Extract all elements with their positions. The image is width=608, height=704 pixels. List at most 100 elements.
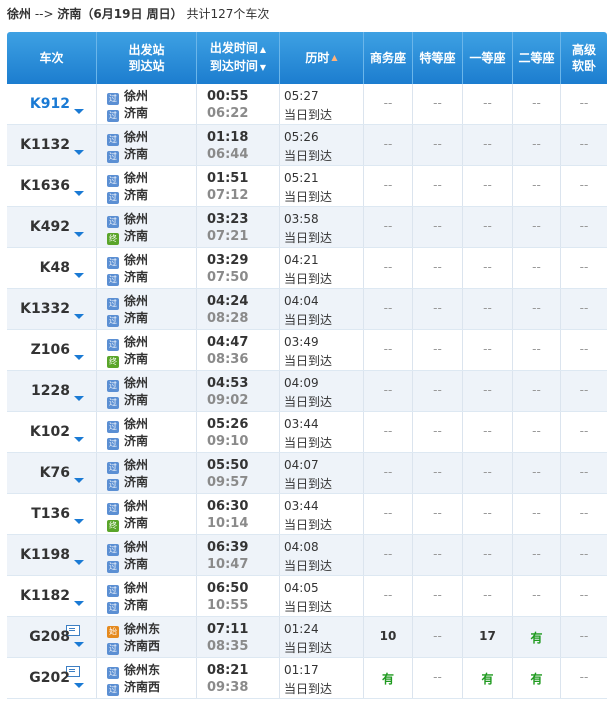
from-station[interactable]: 徐州 (124, 171, 148, 185)
expand-caret-icon[interactable] (74, 478, 84, 483)
train-cell[interactable]: K76 (7, 453, 97, 493)
expand-caret-icon[interactable] (74, 437, 84, 442)
train-number[interactable]: K1332 (20, 301, 70, 317)
header-times[interactable]: 出发时间 ▲ 到达时间 ▼ (197, 32, 280, 84)
pass-badge-icon: 过 (107, 479, 119, 491)
train-number[interactable]: K1636 (20, 178, 70, 194)
train-number[interactable]: K102 (30, 424, 70, 440)
expand-caret-icon[interactable] (74, 150, 84, 155)
from-station[interactable]: 徐州 (124, 335, 148, 349)
to-station[interactable]: 济南西 (124, 639, 160, 653)
pass-badge-icon: 过 (107, 315, 119, 327)
second-class-cell: -- (513, 166, 561, 206)
train-cell[interactable]: K1332 (7, 289, 97, 329)
business-seat-cell: -- (364, 453, 413, 493)
second-class-cell: -- (513, 125, 561, 165)
to-station[interactable]: 济南 (124, 475, 148, 489)
duration: 01:24 (284, 622, 319, 636)
header-duration[interactable]: 历时 ▲ (280, 32, 364, 84)
from-station[interactable]: 徐州 (124, 540, 148, 554)
expand-caret-icon[interactable] (74, 232, 84, 237)
train-table: 车次 出发站 到达站 出发时间 ▲ 到达时间 ▼ 历时 ▲ 商务座 特等座 一等座 二… (7, 32, 607, 699)
from-city: 徐州 (7, 7, 32, 21)
to-station[interactable]: 济南 (124, 434, 148, 448)
train-cell[interactable]: K912 (7, 84, 97, 124)
expand-caret-icon[interactable] (74, 191, 84, 196)
duration-cell: 04:21 当日到达 (280, 248, 364, 288)
to-station[interactable]: 济南 (124, 352, 148, 366)
train-cell[interactable]: K1636 (7, 166, 97, 206)
business-seat-cell: -- (364, 166, 413, 206)
route-arrow: --> (34, 7, 54, 21)
expand-caret-icon[interactable] (74, 109, 84, 114)
header-business: 商务座 (364, 32, 413, 84)
train-number[interactable]: K492 (30, 219, 70, 235)
train-cell[interactable]: K1182 (7, 576, 97, 616)
from-station[interactable]: 徐州 (124, 253, 148, 267)
expand-caret-icon[interactable] (74, 396, 84, 401)
train-cell[interactable]: K1132 (7, 125, 97, 165)
train-cell[interactable]: K102 (7, 412, 97, 452)
train-cell[interactable]: K1198 (7, 535, 97, 575)
expand-caret-icon[interactable] (74, 642, 84, 647)
from-station[interactable]: 徐州 (124, 499, 148, 513)
from-station[interactable]: 徐州 (124, 417, 148, 431)
train-cell[interactable]: G208 (7, 617, 97, 657)
train-number[interactable]: K48 (40, 260, 70, 276)
train-cell[interactable]: G202 (7, 658, 97, 698)
special-seat-cell: -- (413, 412, 463, 452)
from-station[interactable]: 徐州 (124, 89, 148, 103)
from-station[interactable]: 徐州 (124, 130, 148, 144)
depart-time: 06:39 (207, 540, 249, 555)
to-station[interactable]: 济南 (124, 147, 148, 161)
train-number[interactable]: K1198 (20, 547, 70, 563)
from-station[interactable]: 徐州 (124, 581, 148, 595)
train-cell[interactable]: K492 (7, 207, 97, 247)
from-station[interactable]: 徐州 (124, 212, 148, 226)
expand-caret-icon[interactable] (74, 683, 84, 688)
expand-caret-icon[interactable] (74, 314, 84, 319)
expand-caret-icon[interactable] (74, 519, 84, 524)
first-class-cell: -- (463, 166, 513, 206)
train-number[interactable]: G202 (29, 670, 70, 686)
from-station[interactable]: 徐州 (124, 294, 148, 308)
from-station[interactable]: 徐州东 (124, 663, 160, 677)
to-station[interactable]: 济南 (124, 311, 148, 325)
station-cell: 过徐州过济南 (97, 371, 197, 411)
expand-caret-icon[interactable] (74, 601, 84, 606)
from-station[interactable]: 徐州 (124, 376, 148, 390)
duration: 03:44 (284, 417, 319, 431)
pass-badge-icon: 过 (107, 110, 119, 122)
start-badge-icon: 始 (107, 626, 119, 638)
train-cell[interactable]: Z106 (7, 330, 97, 370)
train-number[interactable]: Z106 (31, 342, 70, 358)
train-number[interactable]: 1228 (31, 383, 70, 399)
expand-caret-icon[interactable] (74, 560, 84, 565)
train-number[interactable]: K76 (40, 465, 70, 481)
station-cell: 过徐州过济南 (97, 289, 197, 329)
to-station[interactable]: 济南 (124, 557, 148, 571)
train-number[interactable]: G208 (29, 629, 70, 645)
to-station[interactable]: 济南 (124, 188, 148, 202)
expand-caret-icon[interactable] (74, 273, 84, 278)
train-cell[interactable]: K48 (7, 248, 97, 288)
to-station[interactable]: 济南 (124, 516, 148, 530)
to-station[interactable]: 济南 (124, 270, 148, 284)
to-station[interactable]: 济南西 (124, 680, 160, 694)
from-station[interactable]: 徐州 (124, 458, 148, 472)
from-station[interactable]: 徐州东 (124, 622, 160, 636)
to-station[interactable]: 济南 (124, 106, 148, 120)
to-station[interactable]: 济南 (124, 229, 148, 243)
train-number[interactable]: K1182 (20, 588, 70, 604)
to-station[interactable]: 济南 (124, 393, 148, 407)
depart-time: 08:21 (207, 663, 249, 678)
train-number[interactable]: T136 (31, 506, 70, 522)
to-station[interactable]: 济南 (124, 598, 148, 612)
train-number[interactable]: K912 (30, 96, 70, 112)
expand-caret-icon[interactable] (74, 355, 84, 360)
arrive-time: 06:22 (207, 106, 249, 121)
train-number[interactable]: K1132 (20, 137, 70, 153)
train-cell[interactable]: 1228 (7, 371, 97, 411)
arrive-time: 06:44 (207, 147, 249, 162)
train-cell[interactable]: T136 (7, 494, 97, 534)
